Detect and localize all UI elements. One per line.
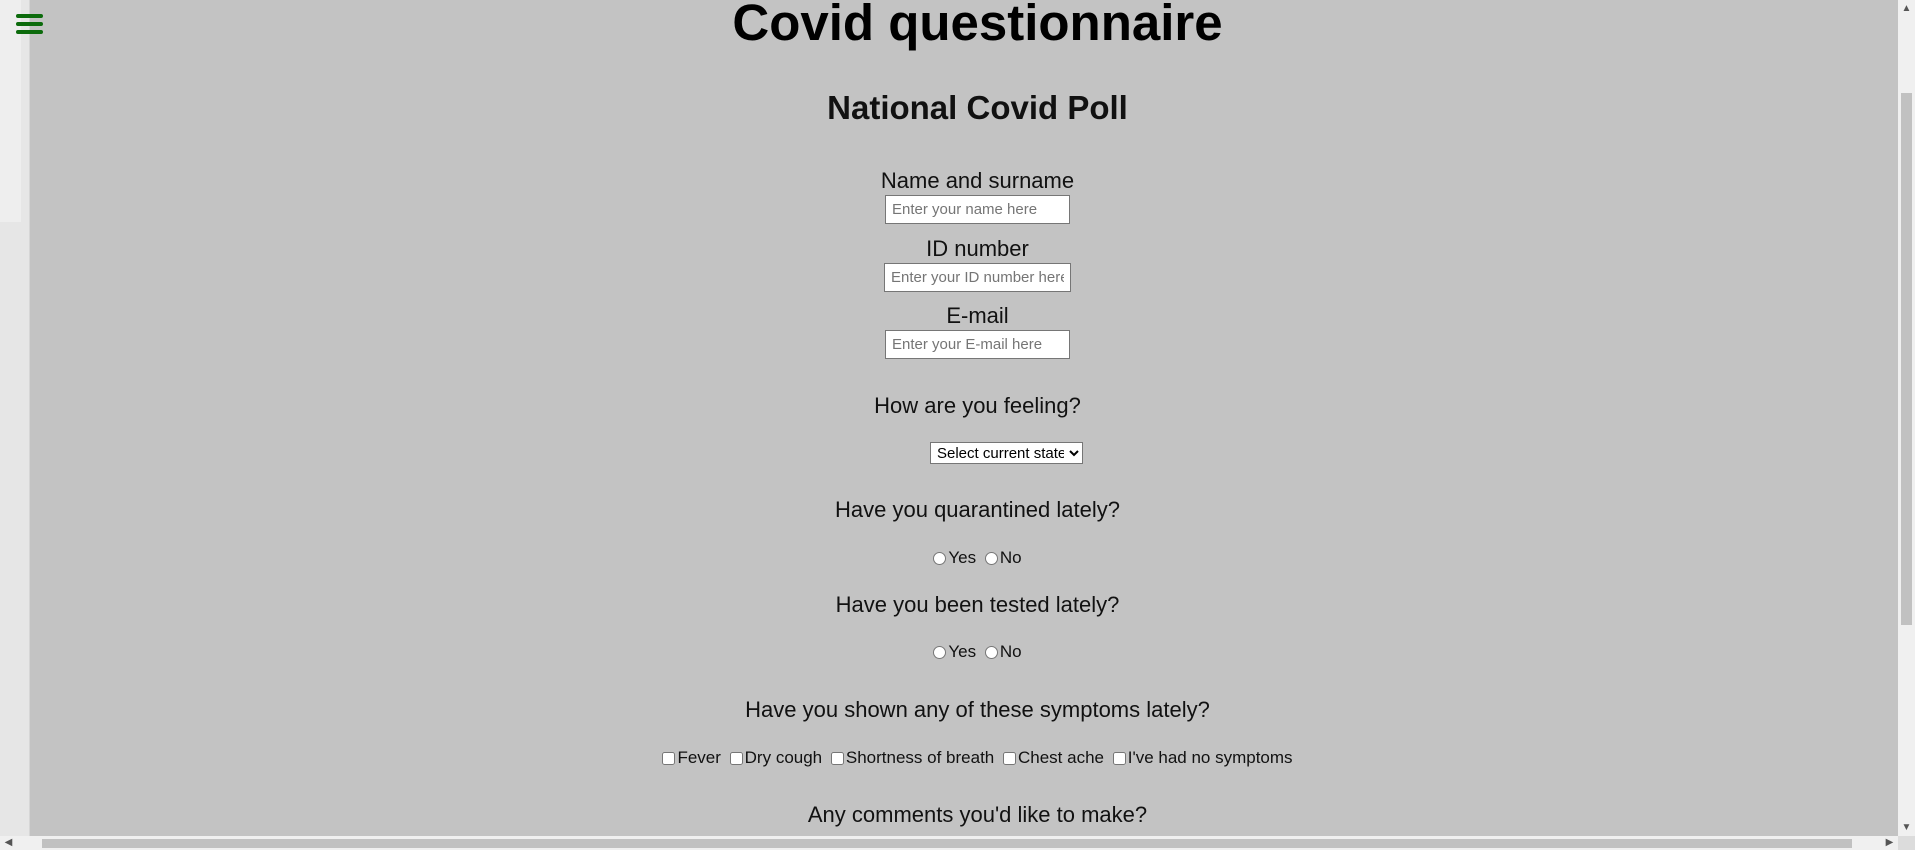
tested-options: Yes No	[29, 640, 1915, 662]
quarantine-yes-label: Yes	[948, 547, 977, 567]
horizontal-scrollbar-thumb[interactable]	[42, 839, 1852, 848]
symptom-chest-ache-checkbox[interactable]	[1002, 751, 1016, 765]
tested-no-radio[interactable]	[984, 645, 998, 659]
quarantine-no-label: No	[999, 547, 1022, 567]
symptom-none-label: I've had no symptoms	[1127, 747, 1293, 767]
symptom-fever-label: Fever	[677, 747, 721, 767]
tested-no-label: No	[999, 641, 1022, 661]
browser-viewport: Covid questionnaire National Covid Poll …	[0, 0, 1915, 850]
comments-question: Any comments you'd like to make?	[807, 802, 1148, 827]
symptom-shortness-of-breath-option[interactable]: Shortness of breath	[830, 747, 995, 769]
symptom-dry-cough-checkbox[interactable]	[729, 751, 743, 765]
symptom-none-option[interactable]: I've had no symptoms	[1112, 747, 1293, 769]
name-label: Name and surname	[880, 168, 1075, 193]
vertical-scrollbar-thumb[interactable]	[1901, 93, 1912, 625]
email-label: E-mail	[946, 303, 1009, 328]
scroll-down-arrow-icon[interactable]: ▼	[1898, 819, 1915, 836]
vertical-scrollbar[interactable]: ▲ ▼	[1898, 0, 1915, 836]
hamburger-menu-icon[interactable]	[14, 12, 46, 40]
tested-yes-label: Yes	[948, 641, 977, 661]
menu-bar-bottom	[16, 30, 43, 34]
tested-question: Have you been tested lately?	[835, 592, 1120, 617]
quarantine-yes-option[interactable]: Yes	[933, 547, 976, 569]
quarantine-no-radio[interactable]	[984, 551, 998, 565]
feeling-question: How are you feeling?	[874, 393, 1081, 418]
symptom-dry-cough-label: Dry cough	[744, 747, 823, 767]
id-number-label: ID number	[926, 236, 1029, 261]
quarantine-yes-radio[interactable]	[933, 551, 947, 565]
menu-bar-middle	[16, 22, 43, 26]
symptom-none-checkbox[interactable]	[1112, 751, 1126, 765]
symptom-dry-cough-option[interactable]: Dry cough	[729, 747, 823, 769]
scroll-up-arrow-icon[interactable]: ▲	[1898, 0, 1915, 17]
page-title: Covid questionnaire	[732, 0, 1223, 51]
scrollbar-corner	[1898, 836, 1915, 850]
quarantine-question: Have you quarantined lately?	[835, 497, 1120, 522]
quarantine-no-option[interactable]: No	[984, 547, 1022, 569]
symptoms-options: Fever Dry cough Shortness of breath Ches…	[29, 746, 1915, 768]
left-side-panel	[0, 0, 30, 836]
email-input[interactable]	[885, 330, 1070, 359]
tested-yes-option[interactable]: Yes	[933, 641, 976, 663]
scroll-left-arrow-icon[interactable]: ◀	[0, 836, 17, 850]
name-input[interactable]	[885, 195, 1070, 224]
poll-title: National Covid Poll	[827, 89, 1128, 126]
symptom-fever-checkbox[interactable]	[662, 751, 676, 765]
tested-no-option[interactable]: No	[984, 641, 1022, 663]
horizontal-scrollbar[interactable]: ◀ ▶	[0, 836, 1898, 850]
questionnaire-page: Covid questionnaire National Covid Poll …	[29, 0, 1915, 836]
symptom-shortness-of-breath-label: Shortness of breath	[845, 747, 995, 767]
symptoms-question: Have you shown any of these symptoms lat…	[745, 697, 1210, 722]
tested-yes-radio[interactable]	[933, 645, 947, 659]
symptom-chest-ache-label: Chest ache	[1017, 747, 1104, 767]
id-number-input[interactable]	[884, 263, 1071, 292]
menu-bar-top	[16, 14, 43, 18]
quarantine-options: Yes No	[29, 546, 1915, 568]
symptom-fever-option[interactable]: Fever	[662, 747, 721, 769]
symptom-chest-ache-option[interactable]: Chest ache	[1002, 747, 1104, 769]
scroll-right-arrow-icon[interactable]: ▶	[1881, 836, 1898, 850]
symptom-shortness-of-breath-checkbox[interactable]	[830, 751, 844, 765]
feeling-select[interactable]: Select current state	[930, 442, 1083, 464]
